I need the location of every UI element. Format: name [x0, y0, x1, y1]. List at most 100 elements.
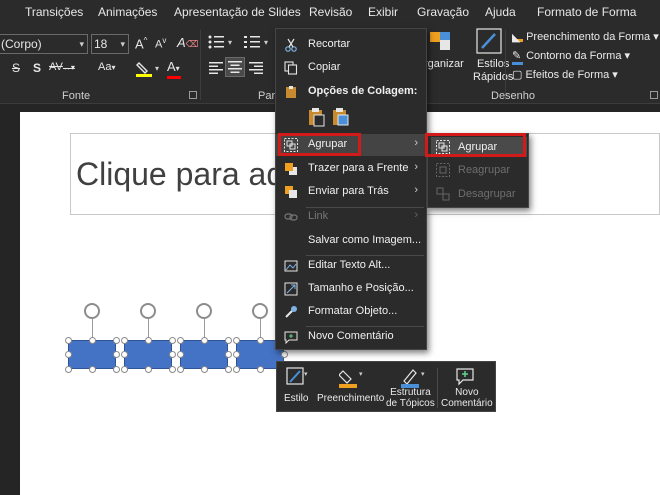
- strikethrough-icon[interactable]: S: [12, 61, 20, 75]
- paint-bucket-icon: ▾: [339, 367, 367, 389]
- mini-outline-button[interactable]: ▾ Estrutura de Tópicos: [383, 362, 439, 413]
- shape-outline-button[interactable]: ✎ Contorno da Forma ▾: [512, 49, 630, 65]
- menu-item-bring-front[interactable]: Trazer para a Frente ›: [276, 158, 426, 180]
- resize-handle[interactable]: [65, 337, 72, 344]
- rotate-handle[interactable]: [84, 303, 100, 319]
- char-spacing-icon[interactable]: AV↔▾: [49, 61, 75, 73]
- font-dialog-launcher[interactable]: [189, 91, 197, 99]
- resize-handle[interactable]: [233, 366, 240, 373]
- tab-formato-de-forma[interactable]: Formato de Forma: [537, 5, 636, 19]
- tab-revisao[interactable]: Revisão: [309, 5, 352, 19]
- highlight-color-icon[interactable]: ▾: [136, 60, 162, 78]
- align-center-button[interactable]: [225, 57, 245, 77]
- resize-handle[interactable]: [257, 366, 264, 373]
- ribbon-tab-bar: Transições Animações Apresentação de Sli…: [0, 0, 660, 26]
- numbering-icon[interactable]: ▾: [244, 35, 272, 49]
- resize-handle[interactable]: [257, 337, 264, 344]
- rotate-handle[interactable]: [140, 303, 156, 319]
- arrange-icon[interactable]: [428, 30, 454, 54]
- rectangle-shape[interactable]: [124, 340, 172, 369]
- resize-handle[interactable]: [113, 337, 120, 344]
- bullets-icon[interactable]: ▾: [208, 35, 236, 49]
- shape-fill-button[interactable]: ◣ Preenchimento da Forma ▾: [512, 30, 659, 44]
- resize-handle[interactable]: [177, 337, 184, 344]
- menu-item-copy[interactable]: Copiar: [276, 57, 426, 79]
- resize-handle[interactable]: [177, 351, 184, 358]
- quick-styles-label: Estilos Rápidos: [473, 58, 513, 84]
- mini-outline-line1: Estrutura: [390, 387, 431, 398]
- resize-handle[interactable]: [233, 337, 240, 344]
- tab-exibir[interactable]: Exibir: [368, 5, 398, 19]
- clear-format-icon[interactable]: A⌫: [177, 35, 198, 50]
- tab-apresentacao[interactable]: Apresentação de Slides: [174, 5, 301, 19]
- rectangle-shape[interactable]: [68, 340, 116, 369]
- resize-handle[interactable]: [65, 351, 72, 358]
- resize-handle[interactable]: [121, 337, 128, 344]
- change-case-icon[interactable]: Aa▾: [98, 61, 115, 73]
- tab-animacoes[interactable]: Animações: [98, 5, 157, 19]
- resize-handle[interactable]: [169, 351, 176, 358]
- scissors-icon: [284, 38, 298, 52]
- font-name-value: (Corpo): [1, 37, 42, 51]
- mini-comment-button[interactable]: Novo Comentário: [438, 362, 496, 413]
- menu-item-format-object[interactable]: Formatar Objeto...: [276, 301, 426, 323]
- resize-handle[interactable]: [145, 366, 152, 373]
- menu-item-new-comment[interactable]: Novo Comentário: [276, 326, 426, 348]
- tab-transicoes[interactable]: Transições: [25, 5, 83, 19]
- drawing-dialog-launcher[interactable]: [650, 91, 658, 99]
- menu-label-save-image: Salvar como Imagem...: [308, 234, 422, 246]
- resize-handle[interactable]: [89, 366, 96, 373]
- menu-item-alt-text[interactable]: Editar Texto Alt...: [276, 255, 426, 277]
- resize-handle[interactable]: [225, 351, 232, 358]
- font-name-combo[interactable]: (Corpo) ▾: [0, 34, 88, 54]
- resize-handle[interactable]: [177, 366, 184, 373]
- menu-item-size-position[interactable]: Tamanho e Posição...: [276, 278, 426, 300]
- menu-item-send-back[interactable]: Enviar para Trás ›: [276, 181, 426, 203]
- mini-fill-label: Preenchimento: [317, 393, 385, 404]
- mini-style-button[interactable]: ▾ Estilo: [277, 362, 311, 413]
- resize-handle[interactable]: [201, 337, 208, 344]
- resize-handle[interactable]: [65, 366, 72, 373]
- font-size-value: 18: [94, 37, 108, 51]
- menu-label-cut: Recortar: [308, 38, 351, 50]
- rotate-handle[interactable]: [252, 303, 268, 319]
- shrink-font-icon[interactable]: Av: [155, 36, 166, 51]
- resize-handle[interactable]: [89, 337, 96, 344]
- mini-fill-button[interactable]: ▾ Preenchimento: [313, 362, 385, 413]
- font-color-icon[interactable]: A▾: [167, 59, 181, 79]
- text-shadow-icon[interactable]: S: [33, 61, 41, 75]
- menu-label-alt-text: Editar Texto Alt...: [308, 259, 391, 271]
- resize-handle[interactable]: [169, 366, 176, 373]
- menu-item-cut[interactable]: Recortar: [276, 34, 426, 56]
- chevron-right-icon: ›: [414, 161, 418, 173]
- align-left-icon[interactable]: [209, 62, 223, 74]
- rotate-handle[interactable]: [196, 303, 212, 319]
- clipboard-icon: [284, 85, 298, 99]
- context-menu: Recortar Copiar Opções de Colagem: Agrup…: [275, 28, 427, 350]
- menu-label-send-back: Enviar para Trás: [308, 185, 389, 197]
- tab-ajuda[interactable]: Ajuda: [485, 5, 516, 19]
- resize-handle[interactable]: [121, 366, 128, 373]
- svg-text:▾: ▾: [421, 371, 425, 378]
- menu-item-save-image[interactable]: Salvar como Imagem...: [276, 230, 426, 252]
- chevron-down-icon: ▾: [79, 39, 84, 49]
- quick-styles-icon[interactable]: [476, 28, 502, 54]
- resize-handle[interactable]: [145, 337, 152, 344]
- resize-handle[interactable]: [113, 366, 120, 373]
- paste-keep-format-icon[interactable]: [308, 107, 326, 127]
- rectangle-shape[interactable]: [180, 340, 228, 369]
- shape-effects-button[interactable]: ▢ Efeitos de Forma ▾: [512, 68, 618, 81]
- resize-handle[interactable]: [225, 366, 232, 373]
- font-size-combo[interactable]: 18 ▾: [91, 34, 129, 54]
- paste-as-picture-icon[interactable]: [332, 107, 350, 127]
- resize-handle[interactable]: [281, 351, 288, 358]
- grow-font-icon[interactable]: A^: [135, 36, 147, 51]
- resize-handle[interactable]: [169, 337, 176, 344]
- resize-handle[interactable]: [113, 351, 120, 358]
- resize-handle[interactable]: [121, 351, 128, 358]
- align-right-icon[interactable]: [249, 62, 263, 74]
- resize-handle[interactable]: [233, 351, 240, 358]
- tab-gravacao[interactable]: Gravação: [417, 5, 469, 19]
- resize-handle[interactable]: [201, 366, 208, 373]
- resize-handle[interactable]: [225, 337, 232, 344]
